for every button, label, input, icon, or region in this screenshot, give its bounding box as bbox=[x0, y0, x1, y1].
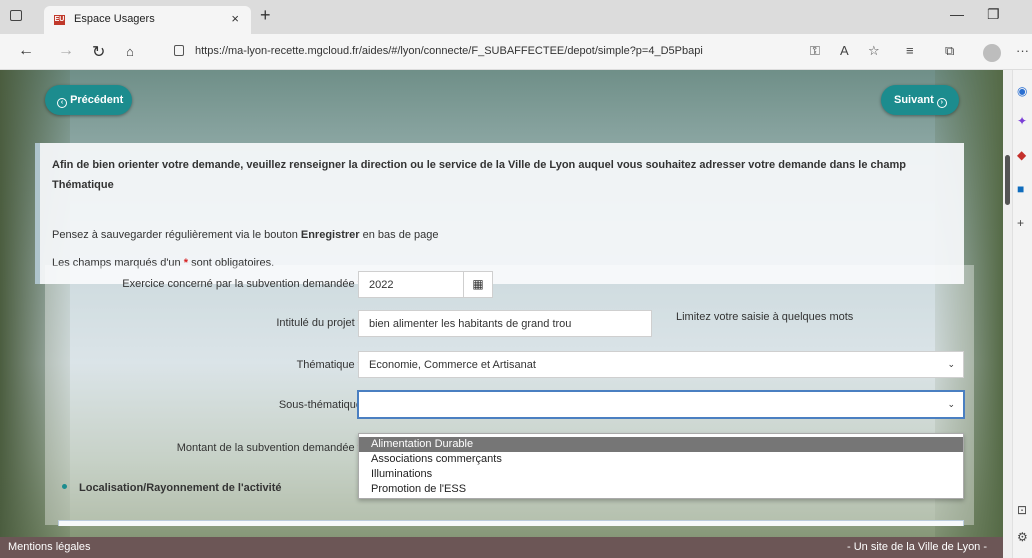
next-button[interactable]: Suivant › bbox=[881, 85, 959, 115]
page-scrollbar[interactable] bbox=[1003, 70, 1012, 558]
address-bar: ← → ↻ ⌂ https://ma-lyon-recette.mgcloud.… bbox=[0, 34, 1032, 70]
back-icon[interactable]: ← bbox=[18, 42, 34, 60]
key-icon[interactable]: ⚿ bbox=[810, 43, 820, 59]
minimize-icon[interactable]: — bbox=[950, 6, 964, 22]
home-icon[interactable]: ⌂ bbox=[126, 44, 134, 59]
exercice-label: Exercice concerné par la subvention dema… bbox=[122, 278, 362, 290]
new-tab-icon[interactable]: + bbox=[260, 5, 271, 26]
collections-icon[interactable]: ⧉ bbox=[945, 43, 954, 59]
previous-label: Précédent bbox=[70, 94, 124, 106]
exercice-input[interactable]: 2022 bbox=[358, 271, 464, 298]
favorites-icon[interactable]: ≡ bbox=[906, 43, 914, 58]
search-icon[interactable]: ◉ bbox=[1017, 84, 1027, 98]
thematique-value: Economie, Commerce et Artisanat bbox=[369, 359, 536, 371]
arrow-left-circle-icon: ‹ bbox=[57, 98, 67, 108]
thematique-select[interactable]: Economie, Commerce et Artisanat ⌄ bbox=[358, 351, 964, 378]
profile-icon[interactable] bbox=[983, 44, 1001, 62]
mentions-legales-link[interactable]: Mentions légales bbox=[8, 537, 91, 558]
page-scrollbar-thumb[interactable] bbox=[1005, 155, 1010, 205]
copilot-icon[interactable]: ✦ bbox=[1017, 114, 1027, 128]
montant-label: Montant de la subvention demandée * bbox=[176, 442, 362, 454]
forward-icon[interactable]: → bbox=[58, 42, 74, 60]
sous-thematique-select[interactable]: ⌄ bbox=[358, 391, 964, 418]
section-localisation: Localisation/Rayonnement de l'activité bbox=[62, 482, 282, 494]
site-favicon-icon: EU bbox=[54, 15, 65, 25]
dropdown-option[interactable]: Alimentation Durable bbox=[359, 437, 963, 452]
tab-title: Espace Usagers bbox=[74, 13, 155, 25]
sous-thematique-dropdown: Alimentation Durable Associations commer… bbox=[358, 433, 964, 499]
outlook-icon[interactable]: ■ bbox=[1017, 182, 1024, 196]
sidebar-layout-icon[interactable]: ⊡ bbox=[1017, 503, 1027, 517]
chevron-down-icon: ⌄ bbox=[947, 359, 955, 369]
intitule-label: Intitulé du projet * bbox=[276, 317, 362, 329]
url-text: https://ma-lyon-recette.mgcloud.fr/aides… bbox=[195, 45, 703, 57]
intitule-input[interactable]: bien alimenter les habitants de grand tr… bbox=[358, 310, 652, 337]
refresh-icon[interactable]: ↻ bbox=[92, 42, 105, 62]
site-footer: Mentions légales - Un site de la Ville d… bbox=[0, 537, 1003, 558]
bullet-icon bbox=[62, 484, 67, 489]
edge-sidebar bbox=[1012, 70, 1032, 558]
add-sidebar-app-icon[interactable]: + bbox=[1017, 216, 1024, 230]
window-icon[interactable] bbox=[10, 10, 22, 21]
chevron-down-icon: ⌄ bbox=[947, 399, 955, 409]
dropdown-option[interactable]: Associations commerçants bbox=[359, 452, 963, 467]
next-label: Suivant bbox=[894, 94, 934, 106]
thematique-label: Thématique * bbox=[296, 359, 362, 371]
settings-icon[interactable]: ⚙ bbox=[1017, 530, 1028, 544]
dropdown-option[interactable]: Promotion de l'ESS bbox=[359, 482, 963, 497]
notice-main-text: Afin de bien orienter votre demande, veu… bbox=[52, 159, 906, 191]
dropdown-option[interactable]: Illuminations bbox=[359, 467, 963, 482]
previous-button[interactable]: ‹ Précédent bbox=[45, 85, 132, 115]
more-icon[interactable]: ··· bbox=[1016, 43, 1029, 58]
footer-site-credit: - Un site de la Ville de Lyon - bbox=[847, 541, 988, 553]
tab-espace-usagers[interactable]: EU Espace Usagers × bbox=[44, 6, 251, 34]
arrow-right-circle-icon: › bbox=[936, 98, 947, 108]
lock-icon[interactable] bbox=[174, 45, 184, 56]
notice-save-line: Pensez à sauvegarder régulièrement via l… bbox=[52, 229, 439, 241]
intitule-hint: Limitez votre saisie à quelques mots bbox=[676, 311, 854, 323]
browser-tab-strip: EU Espace Usagers × + — ❐ bbox=[0, 0, 1032, 34]
calendar-icon[interactable]: ▦ bbox=[463, 271, 493, 298]
info-notice: Afin de bien orienter votre demande, veu… bbox=[35, 143, 964, 284]
restore-icon[interactable]: ❐ bbox=[987, 6, 1000, 23]
next-section-box bbox=[58, 520, 964, 526]
tab-close-icon[interactable]: × bbox=[231, 11, 239, 26]
office-icon[interactable]: ◆ bbox=[1017, 148, 1026, 162]
sous-thematique-label: Sous-thématique bbox=[278, 399, 362, 411]
read-aloud-icon[interactable]: A bbox=[840, 43, 849, 58]
favorite-icon[interactable]: ☆ bbox=[868, 43, 880, 59]
